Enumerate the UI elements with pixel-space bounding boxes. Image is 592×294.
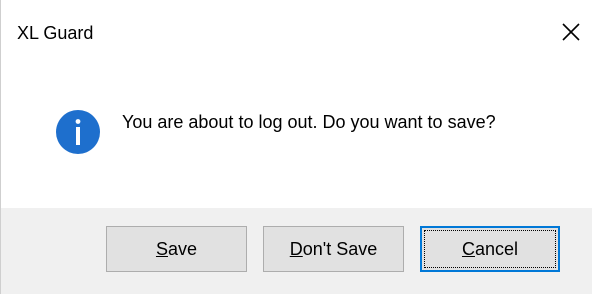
window-title: XL Guard <box>17 23 94 43</box>
dont-save-button[interactable]: Don't Save <box>263 226 404 272</box>
dialog-message: You are about to log out. Do you want to… <box>122 112 496 132</box>
dialog-content: You are about to log out. Do you want to… <box>1 64 592 208</box>
info-icon <box>55 109 101 155</box>
title-bar: XL Guard <box>1 0 592 64</box>
dont-save-label-rest: on't Save <box>302 238 378 259</box>
save-mnemonic: S <box>155 238 168 259</box>
dont-save-mnemonic: D <box>289 238 303 259</box>
save-label-rest: ave <box>167 238 198 259</box>
save-button[interactable]: Save <box>106 226 247 272</box>
cancel-button-label: Cancel <box>462 239 518 260</box>
cancel-button[interactable]: Cancel <box>420 226 560 272</box>
message-dialog: XL Guard You are about to log out. Do yo… <box>0 0 592 294</box>
button-bar: Save Don't Save Cancel <box>1 208 592 294</box>
save-button-label: Save <box>156 239 197 260</box>
close-button[interactable] <box>553 14 589 50</box>
close-icon <box>562 23 580 41</box>
cancel-mnemonic: C <box>461 238 475 259</box>
dont-save-button-label: Don't Save <box>290 239 378 260</box>
cancel-label-rest: ancel <box>474 238 519 259</box>
